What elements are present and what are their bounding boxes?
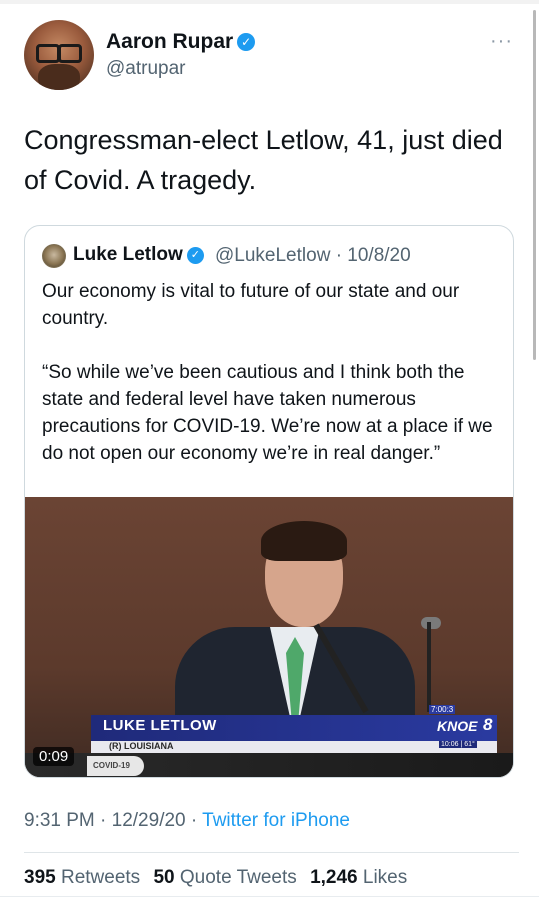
avatar-glasses	[36, 44, 82, 63]
video-player[interactable]: LUKE LETLOW (R) LOUISIANA 7:00:3 KNOE 8 …	[25, 497, 513, 777]
top-divider	[0, 0, 539, 4]
station-number: 8	[483, 715, 493, 734]
more-options-icon[interactable]: ···	[490, 30, 513, 53]
station-info: 10:06 | 61°	[439, 741, 477, 748]
quoted-tweet-card[interactable]: Luke Letlow ✓ @LukeLetlow · 10/8/20 Our e…	[24, 225, 514, 778]
video-time-chip: 7:00:3	[429, 705, 456, 714]
ticker-label: COVID-19	[87, 756, 144, 776]
tweet-text-line-2: of Covid. A tragedy.	[24, 165, 257, 195]
tweet-timestamp: 9:31 PM · 12/29/20 · Twitter for iPhone	[24, 810, 350, 832]
tweet-source-link[interactable]: Twitter for iPhone	[202, 810, 350, 831]
quote-tweets-stat[interactable]: 50 Quote Tweets	[153, 867, 296, 888]
quoted-text-paragraph-1: Our economy is vital to future of our st…	[42, 281, 460, 329]
quoted-handle-date[interactable]: @LukeLetlow · 10/8/20	[215, 245, 411, 267]
engagement-stats: 395 Retweets 50 Quote Tweets 1,246 Likes	[24, 867, 407, 889]
author-name-text[interactable]: Aaron Rupar	[106, 30, 233, 53]
author-handle[interactable]: @atrupar	[106, 58, 186, 80]
retweets-count: 395	[24, 867, 56, 888]
quote-tweets-count: 50	[153, 867, 175, 888]
retweets-label: Retweets	[60, 867, 141, 888]
bottom-divider	[0, 896, 539, 897]
lower-third-subtitle: (R) LOUISIANA	[109, 741, 174, 751]
author-avatar[interactable]	[24, 20, 94, 90]
video-duration-badge: 0:09	[33, 747, 75, 766]
likes-stat[interactable]: 1,246 Likes	[310, 867, 407, 888]
likes-count: 1,246	[310, 867, 358, 888]
quoted-author-name[interactable]: Luke Letlow ✓	[73, 244, 204, 266]
tweet-text-line-1: Congressman-elect Letlow, 41, just died	[24, 125, 503, 155]
video-microphone-head	[421, 617, 441, 629]
verified-badge-icon: ✓	[237, 33, 256, 51]
quoted-text-paragraph-2: “So while we’ve been cautious and I thin…	[42, 362, 493, 464]
scrollbar[interactable]	[533, 10, 536, 360]
avatar-beard	[38, 64, 80, 90]
lower-third-name: LUKE LETLOW	[103, 717, 217, 734]
author-name[interactable]: Aaron Rupar ✓	[106, 30, 256, 54]
quoted-author-avatar[interactable]	[42, 244, 66, 268]
retweets-stat[interactable]: 395 Retweets	[24, 867, 140, 888]
stats-divider	[24, 852, 519, 853]
quote-tweets-label: Quote Tweets	[179, 867, 297, 888]
video-speaker-hair	[261, 521, 347, 561]
quoted-verified-badge-icon: ✓	[186, 247, 204, 264]
likes-label: Likes	[362, 867, 408, 888]
station-logo: KNOE	[437, 718, 478, 734]
quoted-author-name-text[interactable]: Luke Letlow	[73, 244, 183, 265]
video-microphone-stand	[427, 622, 431, 712]
quoted-tweet-text: Our economy is vital to future of our st…	[42, 278, 502, 494]
timestamp-text[interactable]: 9:31 PM · 12/29/20 ·	[24, 810, 202, 831]
tweet-text: Congressman-elect Letlow, 41, just died …	[24, 120, 519, 200]
